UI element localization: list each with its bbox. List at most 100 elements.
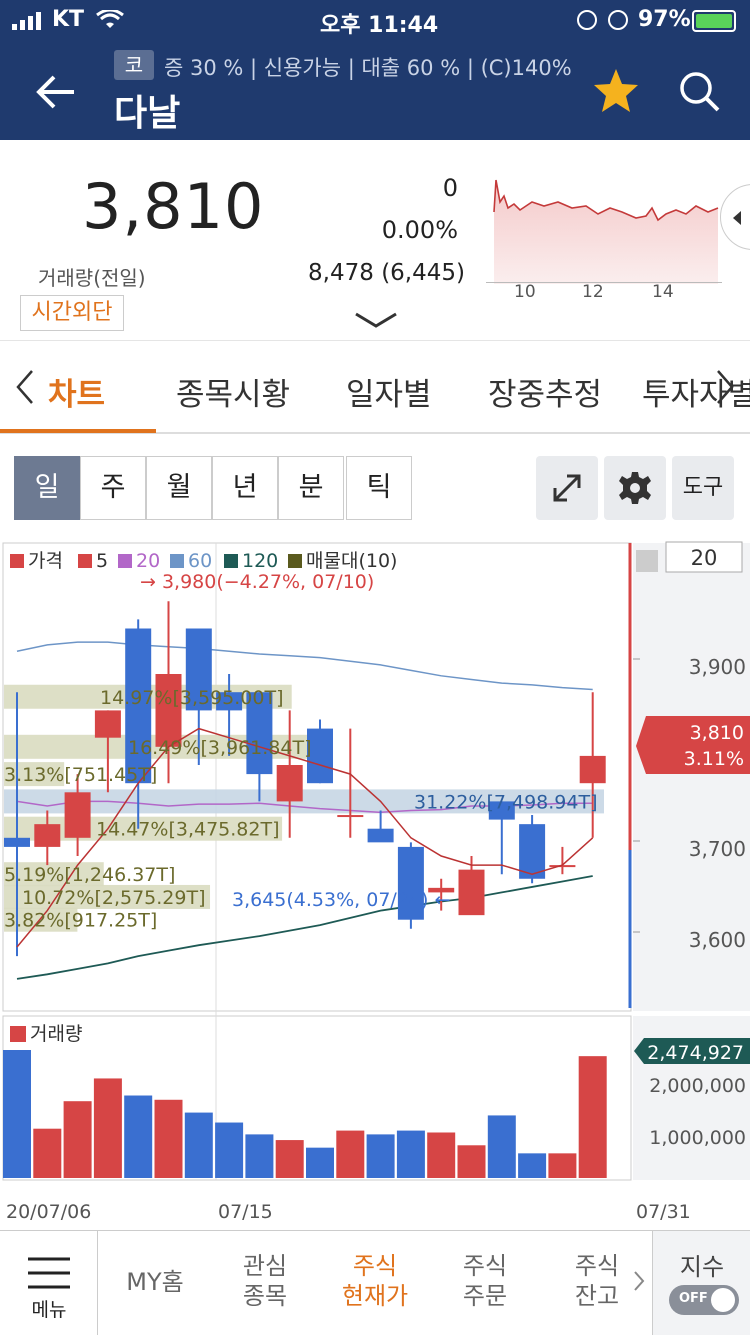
expand-chart-button[interactable] (536, 456, 598, 520)
index-label: 지수 (679, 1253, 725, 1281)
volume-bar (548, 1153, 577, 1178)
candle-body (579, 755, 606, 784)
volume-bar (457, 1145, 486, 1178)
volume-bar (487, 1115, 516, 1178)
volume-bar (275, 1140, 304, 1178)
menu-button[interactable]: 메뉴 (0, 1231, 98, 1335)
nav-my-home[interactable]: MY홈 (110, 1267, 200, 1297)
volume-tick-label: 1,000,000 (649, 1127, 746, 1149)
candle-body (337, 815, 364, 818)
period-week[interactable]: 주 (80, 456, 146, 520)
candle-body (367, 828, 394, 843)
legend-label: 120 (242, 550, 278, 572)
volume-bar (578, 1056, 607, 1178)
volume-bar (215, 1122, 244, 1178)
x-axis-label: 07/31 (636, 1201, 691, 1223)
period-count-value: 20 (691, 546, 718, 570)
volume-bar (396, 1130, 425, 1178)
low-price-annotation: 3,645(4.53%, 07/24) ← (232, 889, 450, 911)
volume-profile-label: 10.72%[2,575.29T] (22, 887, 206, 909)
volume-bar (366, 1134, 395, 1178)
y-tick-label: 3,900 (689, 655, 746, 679)
volume-profile-label: 3.13%[751.45T] (4, 764, 157, 786)
expand-icon (553, 474, 581, 502)
chevron-left-icon (733, 211, 741, 225)
volume-bar (518, 1153, 547, 1178)
current-price-tag-label: 3,810 (690, 722, 744, 744)
chart-settings-button[interactable] (604, 456, 666, 520)
chevron-left-icon (16, 370, 33, 404)
period-month[interactable]: 월 (146, 456, 212, 520)
tab-intraday-estimate[interactable]: 장중추정 (488, 369, 602, 414)
tools-button[interactable]: 도구 (672, 456, 734, 520)
scroll-handle-icon (636, 550, 658, 572)
nav-current-price[interactable]: 주식 현재가 (330, 1251, 420, 1311)
tab-prev-button[interactable] (12, 367, 38, 407)
search-button[interactable] (678, 70, 722, 114)
signal-icon (12, 12, 46, 30)
price-chart[interactable]: 14.97%[3,595.00T] 16.49%[3,961.84T] 3.13%[… (0, 540, 750, 1230)
volume-bar (63, 1101, 92, 1178)
volume-profile-label: 31.22%[7,498.94T] (414, 791, 598, 813)
market-badge: 코 (114, 50, 154, 80)
volume-bar (93, 1078, 122, 1178)
alarm-icon (608, 10, 628, 30)
search-icon (680, 72, 720, 112)
status-bar: KT 오후 11:44 97% (0, 0, 750, 40)
legend-swatch (170, 554, 184, 568)
side-panel-toggle[interactable] (720, 184, 750, 250)
mini-tick: 14 (652, 282, 674, 302)
candle-body (519, 824, 546, 879)
index-toggle[interactable]: OFF (669, 1285, 739, 1315)
expand-quote-button[interactable] (354, 310, 398, 330)
volume-profile-label: 5.19%[1,246.37T] (4, 864, 175, 886)
tab-daily[interactable]: 일자별 (346, 369, 432, 414)
high-price-annotation: → 3,980(−4.27%, 07/10) (140, 571, 374, 593)
nav-balance[interactable]: 주식 잔고 (552, 1251, 642, 1311)
legend-swatch (118, 554, 132, 568)
current-price: 3,810 (82, 170, 265, 243)
period-year[interactable]: 년 (212, 456, 278, 520)
volume-bar (184, 1112, 213, 1178)
chevron-down-icon (355, 312, 397, 328)
candle-body (458, 869, 485, 916)
candle-body (94, 710, 121, 738)
period-day[interactable]: 일 (14, 456, 80, 520)
back-button[interactable] (34, 72, 78, 112)
page-title: 다날 (114, 93, 181, 134)
chart-canvas: 14.97%[3,595.00T] 16.49%[3,961.84T] 3.13%[… (2, 541, 750, 1223)
volume-bar (154, 1099, 183, 1178)
tab-bar: 차트 종목시황 일자별 장중추정 투자자별 (0, 340, 750, 434)
mini-tick: 12 (582, 282, 604, 302)
volume-bar (33, 1128, 62, 1178)
tab-chart[interactable]: 차트 (48, 369, 105, 414)
nav-watchlist[interactable]: 관심 종목 (220, 1251, 310, 1311)
tab-next-button[interactable] (712, 367, 738, 407)
battery-icon (692, 10, 736, 32)
chevron-right-icon (632, 1269, 646, 1293)
clock: 오후 11:44 (320, 13, 439, 38)
y-tick-label: 3,700 (689, 837, 746, 861)
legend-swatch (224, 554, 238, 568)
tab-market-news[interactable]: 종목시황 (176, 369, 290, 414)
intraday-mini-chart: 10 12 14 (486, 172, 722, 302)
volume-label: 거래량(전일) (38, 266, 146, 290)
wifi-icon (96, 8, 124, 34)
period-minute[interactable]: 분 (278, 456, 344, 520)
legend-label: 60 (188, 550, 212, 572)
after-hours-button[interactable]: 시간외단 (20, 295, 124, 331)
favorite-button[interactable] (592, 66, 640, 114)
price-change: 0 (442, 174, 458, 202)
bottom-nav: 메뉴 MY홈 관심 종목 주식 현재가 주식 주문 주식 잔고 지수 OFF (0, 1230, 750, 1335)
volume-bar (124, 1095, 153, 1178)
candle-body (64, 792, 91, 838)
price-change-pct: 0.00% (381, 216, 458, 244)
legend-swatch (78, 554, 92, 568)
legend-label: 20 (136, 550, 160, 572)
volume-value: 8,478 (6,445) (308, 260, 465, 286)
legend-label: 가격 (28, 550, 63, 572)
period-tick[interactable]: 틱 (346, 456, 412, 520)
nav-order[interactable]: 주식 주문 (440, 1251, 530, 1311)
carrier: KT (52, 7, 85, 32)
index-toggle-label: OFF (679, 1291, 708, 1306)
